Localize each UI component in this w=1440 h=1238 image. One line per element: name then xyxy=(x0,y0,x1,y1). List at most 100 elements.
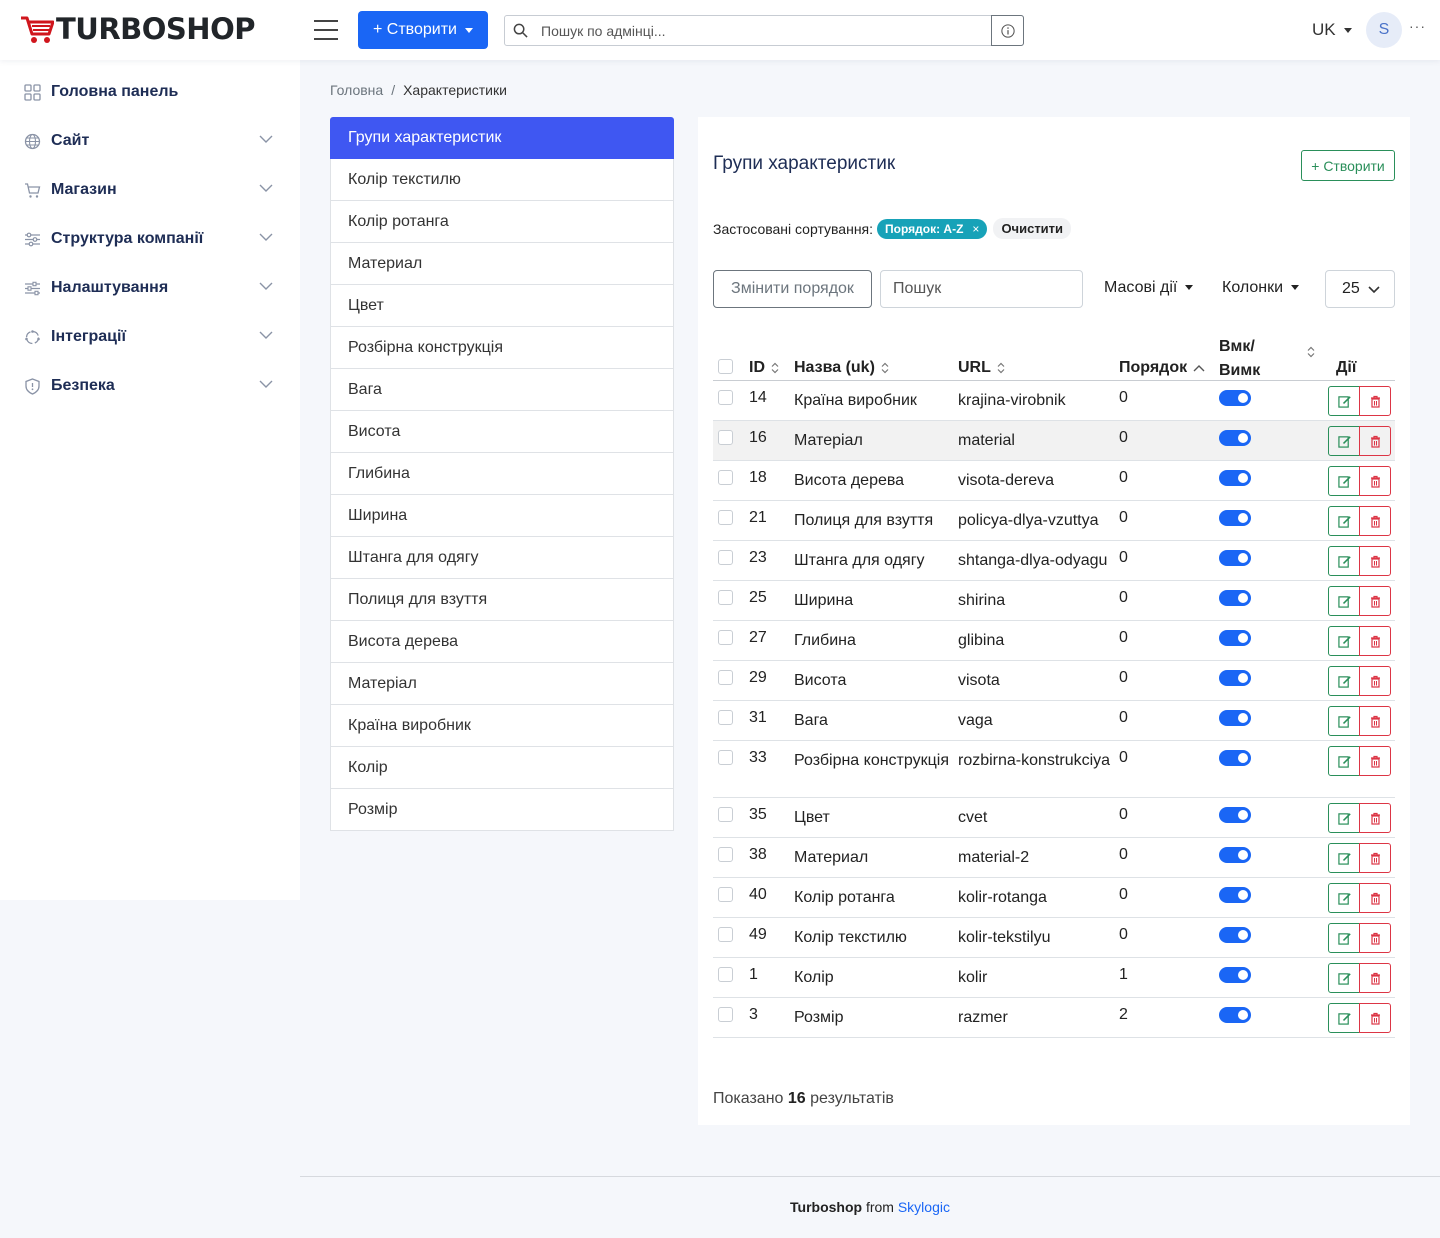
group-list-item[interactable]: Вага xyxy=(330,369,674,411)
delete-button[interactable] xyxy=(1359,746,1391,776)
enabled-toggle[interactable] xyxy=(1219,807,1251,823)
enabled-toggle[interactable] xyxy=(1219,670,1251,686)
group-list-item[interactable]: Колір текстилю xyxy=(330,159,674,201)
group-list-item[interactable]: Колір ротанга xyxy=(330,201,674,243)
select-all-checkbox[interactable] xyxy=(718,359,733,374)
delete-button[interactable] xyxy=(1359,466,1391,496)
group-list-item[interactable]: Материал xyxy=(330,243,674,285)
delete-button[interactable] xyxy=(1359,1003,1391,1033)
delete-button[interactable] xyxy=(1359,963,1391,993)
edit-button[interactable] xyxy=(1328,923,1360,953)
enabled-toggle[interactable] xyxy=(1219,847,1251,863)
logo[interactable]: TURBOSHOP xyxy=(20,12,255,46)
enabled-toggle[interactable] xyxy=(1219,710,1251,726)
group-list-item[interactable]: Штанга для одягу xyxy=(330,537,674,579)
enabled-toggle[interactable] xyxy=(1219,967,1251,983)
sidebar-item-settings[interactable]: Налаштування xyxy=(0,268,300,308)
row-checkbox[interactable] xyxy=(718,510,733,525)
edit-button[interactable] xyxy=(1328,1003,1360,1033)
table-search-input[interactable] xyxy=(880,270,1083,308)
group-list-item[interactable]: Матеріал xyxy=(330,663,674,705)
per-page-select[interactable]: 25 xyxy=(1325,270,1395,308)
language-selector[interactable]: UK xyxy=(1312,20,1352,40)
row-checkbox[interactable] xyxy=(718,550,733,565)
edit-button[interactable] xyxy=(1328,883,1360,913)
delete-button[interactable] xyxy=(1359,706,1391,736)
search-info-button[interactable] xyxy=(991,15,1024,46)
edit-button[interactable] xyxy=(1328,803,1360,833)
columns-dropdown[interactable]: Колонки xyxy=(1222,279,1300,297)
sidebar-item-company-structure[interactable]: Структура компанії xyxy=(0,219,300,259)
edit-button[interactable] xyxy=(1328,386,1360,416)
row-checkbox[interactable] xyxy=(718,1007,733,1022)
row-checkbox[interactable] xyxy=(718,590,733,605)
group-list-item[interactable]: Полиця для взуття xyxy=(330,579,674,621)
enabled-toggle[interactable] xyxy=(1219,887,1251,903)
admin-search-input[interactable] xyxy=(541,16,991,45)
edit-button[interactable] xyxy=(1328,506,1360,536)
group-list-item[interactable]: Колір xyxy=(330,747,674,789)
delete-button[interactable] xyxy=(1359,626,1391,656)
row-checkbox[interactable] xyxy=(718,967,733,982)
enabled-toggle[interactable] xyxy=(1219,430,1251,446)
edit-button[interactable] xyxy=(1328,706,1360,736)
edit-button[interactable] xyxy=(1328,843,1360,873)
sidebar-item-dashboard[interactable]: Головна панель xyxy=(0,72,300,112)
enabled-toggle[interactable] xyxy=(1219,390,1251,406)
group-list-item[interactable]: Висота дерева xyxy=(330,621,674,663)
group-list-item[interactable]: Глибина xyxy=(330,453,674,495)
group-list-header[interactable]: Групи характеристик xyxy=(330,117,674,159)
clear-sorting-button[interactable]: Очистити xyxy=(993,218,1072,239)
group-list-item[interactable]: Розмір xyxy=(330,789,674,831)
enabled-toggle[interactable] xyxy=(1219,470,1251,486)
avatar[interactable]: S xyxy=(1366,12,1402,48)
delete-button[interactable] xyxy=(1359,843,1391,873)
create-dropdown-button[interactable]: + Створити xyxy=(358,11,488,49)
header-name[interactable]: Назва (uk) xyxy=(794,359,889,377)
group-list-item[interactable]: Розбірна конструкція xyxy=(330,327,674,369)
menu-toggle-button[interactable] xyxy=(314,20,338,40)
delete-button[interactable] xyxy=(1359,546,1391,576)
breadcrumb-home[interactable]: Головна xyxy=(330,82,383,98)
reorder-button[interactable]: Змінити порядок xyxy=(713,270,872,308)
delete-button[interactable] xyxy=(1359,506,1391,536)
footer-link[interactable]: Skylogic xyxy=(898,1199,950,1215)
edit-button[interactable] xyxy=(1328,746,1360,776)
group-list-item[interactable]: Країна виробник xyxy=(330,705,674,747)
sort-icon[interactable] xyxy=(1307,346,1315,358)
sidebar-item-site[interactable]: Сайт xyxy=(0,121,300,161)
row-checkbox[interactable] xyxy=(718,887,733,902)
enabled-toggle[interactable] xyxy=(1219,927,1251,943)
header-toggle[interactable]: Вмк/Вимк xyxy=(1219,335,1260,383)
close-icon[interactable]: × xyxy=(972,222,979,236)
delete-button[interactable] xyxy=(1359,803,1391,833)
edit-button[interactable] xyxy=(1328,963,1360,993)
group-list-item[interactable]: Цвет xyxy=(330,285,674,327)
row-checkbox[interactable] xyxy=(718,927,733,942)
enabled-toggle[interactable] xyxy=(1219,590,1251,606)
enabled-toggle[interactable] xyxy=(1219,550,1251,566)
edit-button[interactable] xyxy=(1328,666,1360,696)
delete-button[interactable] xyxy=(1359,386,1391,416)
header-id[interactable]: ID xyxy=(749,359,779,377)
sidebar-item-security[interactable]: Безпека xyxy=(0,366,300,406)
row-checkbox[interactable] xyxy=(718,430,733,445)
more-icon[interactable]: ··· xyxy=(1409,18,1426,34)
sidebar-item-integrations[interactable]: Інтеграції xyxy=(0,317,300,357)
enabled-toggle[interactable] xyxy=(1219,510,1251,526)
delete-button[interactable] xyxy=(1359,923,1391,953)
row-checkbox[interactable] xyxy=(718,847,733,862)
row-checkbox[interactable] xyxy=(718,710,733,725)
edit-button[interactable] xyxy=(1328,426,1360,456)
delete-button[interactable] xyxy=(1359,883,1391,913)
delete-button[interactable] xyxy=(1359,426,1391,456)
sidebar-item-shop[interactable]: Магазин xyxy=(0,170,300,210)
enabled-toggle[interactable] xyxy=(1219,750,1251,766)
delete-button[interactable] xyxy=(1359,666,1391,696)
edit-button[interactable] xyxy=(1328,586,1360,616)
create-group-button[interactable]: + Створити xyxy=(1301,150,1395,181)
bulk-actions-dropdown[interactable]: Масові дії xyxy=(1104,279,1194,297)
row-checkbox[interactable] xyxy=(718,630,733,645)
enabled-toggle[interactable] xyxy=(1219,1007,1251,1023)
sort-pill[interactable]: Порядок: A-Z × xyxy=(877,218,988,239)
